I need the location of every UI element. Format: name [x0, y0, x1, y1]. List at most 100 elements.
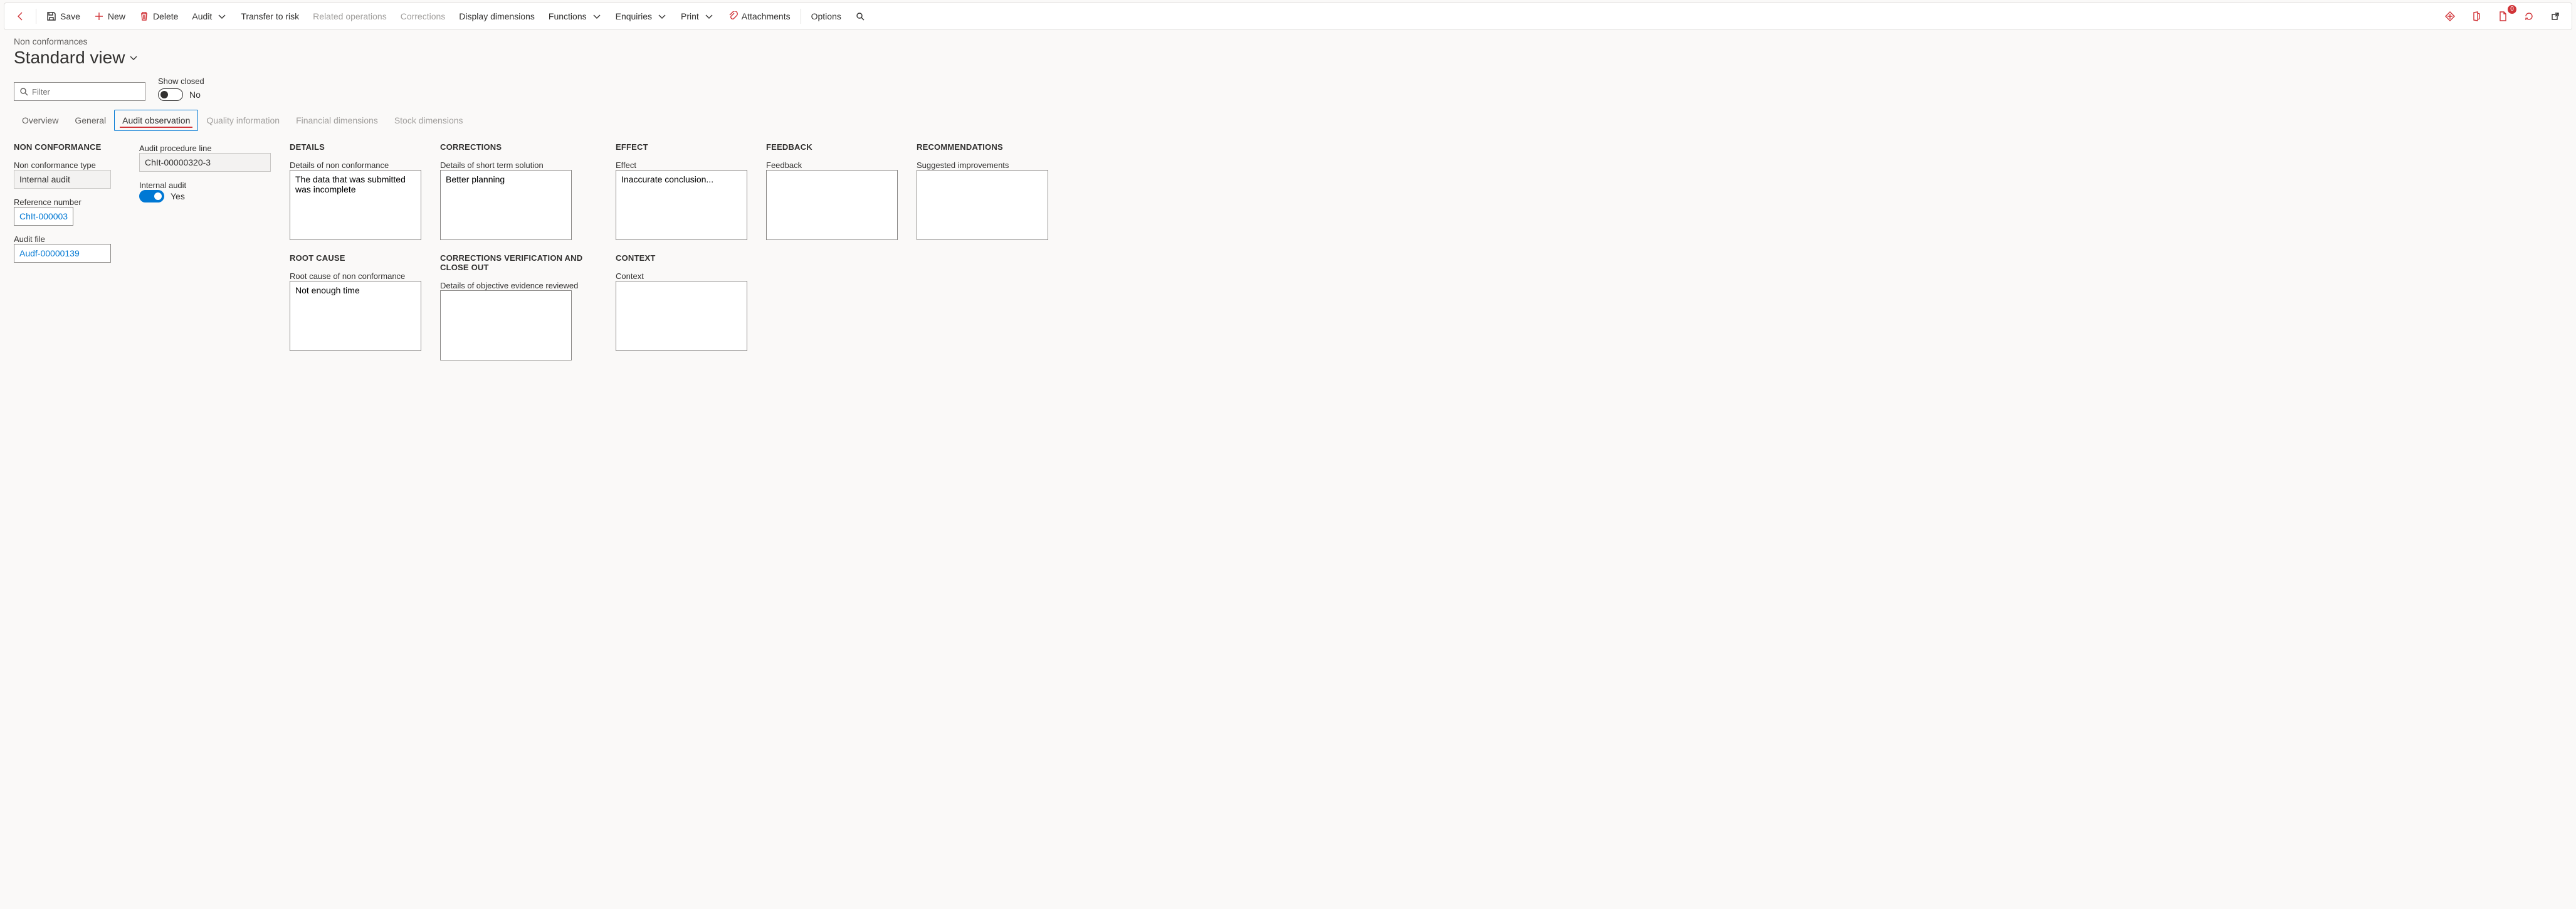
- tab-quality-information[interactable]: Quality information: [198, 110, 288, 131]
- transfer-label: Transfer to risk: [241, 11, 299, 21]
- recommendations-textarea[interactable]: [917, 170, 1048, 240]
- tab-stock-dimensions[interactable]: Stock dimensions: [386, 110, 471, 131]
- section-root-cause: ROOT CAUSE: [290, 253, 421, 263]
- popout-button[interactable]: [2544, 8, 2567, 25]
- effect-label: Effect: [616, 160, 747, 170]
- section-non-conformance: NON CONFORMANCE: [14, 142, 120, 152]
- plus-icon: [94, 11, 104, 21]
- internal-audit-value: Yes: [171, 191, 185, 201]
- effect-textarea[interactable]: [616, 170, 747, 240]
- related-ops-label: Related operations: [313, 11, 387, 21]
- print-menu[interactable]: Print: [675, 8, 720, 25]
- save-label: Save: [60, 11, 80, 21]
- search-button[interactable]: [849, 8, 871, 25]
- details-textarea[interactable]: [290, 170, 421, 240]
- delete-button[interactable]: Delete: [133, 8, 184, 25]
- show-closed-toggle[interactable]: [158, 88, 183, 101]
- cvco-textarea[interactable]: [440, 290, 572, 360]
- cvco-label: Details of objective evidence reviewed: [440, 281, 597, 290]
- audit-file-field[interactable]: [14, 244, 111, 263]
- transfer-to-risk-button[interactable]: Transfer to risk: [234, 8, 305, 25]
- arrow-left-icon: [16, 11, 26, 21]
- audit-procedure-line-field[interactable]: [139, 153, 271, 172]
- root-cause-label: Root cause of non conformance: [290, 271, 421, 281]
- corrections-label: Details of short term solution: [440, 160, 597, 170]
- enquiries-menu[interactable]: Enquiries: [609, 8, 673, 25]
- chevron-down-icon: [592, 11, 602, 21]
- attachments-label: Attachments: [742, 11, 791, 21]
- chevron-down-icon: [657, 11, 667, 21]
- corrections-label: Corrections: [401, 11, 446, 21]
- popout-icon: [2550, 11, 2560, 21]
- chevron-down-icon: [129, 53, 139, 63]
- diamond-icon: [2445, 11, 2455, 21]
- internal-audit-label: Internal audit: [139, 181, 271, 190]
- office-button[interactable]: [2465, 8, 2488, 25]
- breadcrumb: Non conformances: [14, 36, 2562, 46]
- refresh-button[interactable]: [2518, 8, 2540, 25]
- notifications-button[interactable]: 0: [2491, 8, 2514, 25]
- functions-menu[interactable]: Functions: [542, 8, 608, 25]
- corrections-button: Corrections: [394, 8, 452, 25]
- diamond-button[interactable]: [2439, 8, 2461, 25]
- display-dimensions-button[interactable]: Display dimensions: [453, 8, 541, 25]
- audit-label: Audit: [192, 11, 212, 21]
- internal-audit-toggle[interactable]: [139, 190, 164, 202]
- options-button[interactable]: Options: [805, 8, 848, 25]
- context-label: Context: [616, 271, 747, 281]
- filter-wrap: [14, 82, 145, 101]
- tab-financial-dimensions[interactable]: Financial dimensions: [288, 110, 386, 131]
- action-toolbar: Save New Delete Audit Transfer to risk R…: [4, 3, 2572, 30]
- corrections-textarea[interactable]: [440, 170, 572, 240]
- new-label: New: [108, 11, 125, 21]
- chevron-down-icon: [217, 11, 227, 21]
- reference-number-field[interactable]: [14, 207, 73, 226]
- show-closed-value: No: [189, 90, 201, 100]
- tab-general[interactable]: General: [66, 110, 114, 131]
- filter-input[interactable]: [14, 82, 145, 101]
- reference-number-label: Reference number: [14, 197, 120, 207]
- recommendations-label: Suggested improvements: [917, 160, 1048, 170]
- search-icon: [19, 87, 29, 97]
- tabs: Overview General Audit observation Quali…: [14, 110, 2562, 131]
- audit-menu[interactable]: Audit: [186, 8, 233, 25]
- options-label: Options: [811, 11, 841, 21]
- feedback-label: Feedback: [766, 160, 898, 170]
- functions-label: Functions: [549, 11, 587, 21]
- save-icon: [46, 11, 56, 21]
- tab-overview[interactable]: Overview: [14, 110, 66, 131]
- nc-type-label: Non conformance type: [14, 160, 120, 170]
- document-icon: [2498, 11, 2508, 21]
- refresh-icon: [2524, 11, 2534, 21]
- section-context: CONTEXT: [616, 253, 747, 263]
- page-title: Standard view: [14, 48, 125, 68]
- section-corrections: CORRECTIONS: [440, 142, 597, 152]
- display-dims-label: Display dimensions: [459, 11, 535, 21]
- root-cause-textarea[interactable]: [290, 281, 421, 351]
- delete-label: Delete: [153, 11, 178, 21]
- audit-procedure-line-label: Audit procedure line: [139, 144, 271, 153]
- save-button[interactable]: Save: [40, 8, 87, 25]
- section-cvco: CORRECTIONS VERIFICATION AND CLOSE OUT: [440, 253, 597, 272]
- context-textarea[interactable]: [616, 281, 747, 351]
- audit-file-label: Audit file: [14, 234, 120, 244]
- section-recommendations: RECOMMENDATIONS: [917, 142, 1048, 152]
- view-title-row[interactable]: Standard view: [14, 48, 2562, 68]
- notification-badge: 0: [2508, 5, 2516, 14]
- show-closed-label: Show closed: [158, 76, 204, 86]
- feedback-textarea[interactable]: [766, 170, 898, 240]
- attachments-button[interactable]: Attachments: [722, 8, 797, 25]
- paperclip-icon: [728, 11, 738, 21]
- enquiries-label: Enquiries: [616, 11, 652, 21]
- tab-audit-observation[interactable]: Audit observation: [114, 110, 198, 131]
- section-details: DETAILS: [290, 142, 421, 152]
- details-label: Details of non conformance: [290, 160, 421, 170]
- section-feedback: FEEDBACK: [766, 142, 898, 152]
- section-effect: EFFECT: [616, 142, 747, 152]
- search-icon: [855, 11, 865, 21]
- new-button[interactable]: New: [88, 8, 132, 25]
- back-button[interactable]: [9, 8, 32, 25]
- nc-type-field[interactable]: [14, 170, 111, 189]
- office-icon: [2471, 11, 2481, 21]
- print-label: Print: [681, 11, 699, 21]
